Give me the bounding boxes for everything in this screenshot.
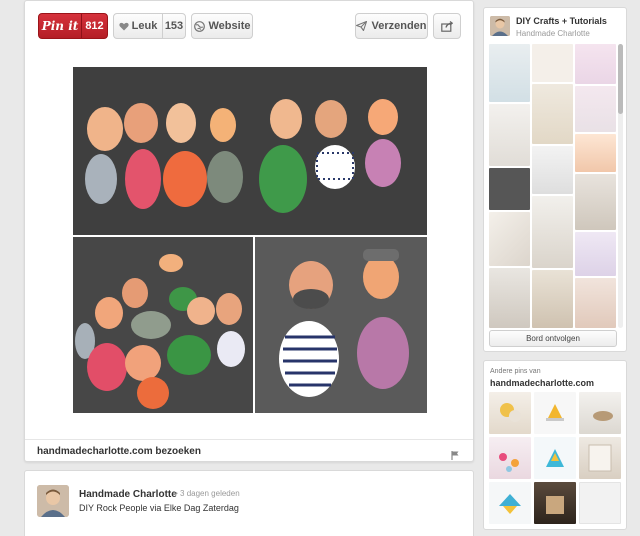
board-thumbnail[interactable]: [575, 278, 616, 328]
board-thumbnail[interactable]: [489, 212, 530, 266]
rock-people-photo-pile: [73, 237, 253, 413]
paper-plane-icon: [356, 21, 368, 31]
board-thumbnail[interactable]: [575, 174, 616, 230]
board-owner[interactable]: Handmade Charlotte: [516, 29, 590, 38]
like-label: Leuk: [131, 20, 158, 32]
board-thumbnail[interactable]: [489, 268, 530, 328]
like-button[interactable]: Leuk 153: [113, 13, 186, 39]
globe-icon: [193, 20, 205, 32]
board-thumbnail[interactable]: [489, 44, 530, 102]
pin-it-button[interactable]: Pin it 812: [38, 13, 108, 39]
avatar[interactable]: [37, 485, 69, 517]
send-button[interactable]: Verzenden: [355, 13, 428, 39]
share-icon: [441, 20, 453, 32]
other-pin-thumbnail[interactable]: [579, 437, 621, 479]
board-thumbnail[interactable]: [532, 196, 573, 268]
other-pin-thumbnail[interactable]: [534, 392, 576, 434]
other-pin-thumbnail[interactable]: [534, 437, 576, 479]
pin-it-label: Pin it: [41, 19, 79, 33]
board-thumbnail-grid: [489, 44, 616, 328]
board-thumbnail[interactable]: [489, 104, 530, 166]
board-thumbnail[interactable]: [575, 86, 616, 132]
board-thumbnail[interactable]: [532, 44, 573, 82]
board-thumbnail[interactable]: [575, 232, 616, 276]
board-thumbnail[interactable]: [575, 44, 616, 84]
visit-source-link[interactable]: handmadecharlotte.com bezoeken: [37, 446, 201, 457]
board-card: DIY Crafts + Tutorials Handmade Charlott…: [483, 7, 627, 352]
unfollow-board-button[interactable]: Bord ontvolgen: [489, 330, 617, 347]
board-thumbnail[interactable]: [489, 168, 530, 210]
pin-card: Pin it 812 Leuk 153 Website Verzenden ha…: [24, 0, 474, 462]
pinner-name[interactable]: Handmade Charlotte: [79, 489, 177, 500]
pinner-card: Handmade Charlotte • 3 dagen geleden DIY…: [24, 470, 474, 536]
website-button[interactable]: Website: [191, 13, 253, 39]
other-pin-thumbnail[interactable]: [579, 482, 621, 524]
other-pin-thumbnail[interactable]: [534, 482, 576, 524]
pin-description: DIY Rock People via Elke Dag Zaterdag: [79, 503, 239, 513]
source-bar: handmadecharlotte.com bezoeken: [25, 439, 473, 463]
like-count: 153: [162, 14, 185, 38]
board-thumbnail[interactable]: [532, 146, 573, 194]
other-pins-card: Andere pins van handmadecharlotte.com: [483, 360, 627, 530]
board-scrollbar-thumb[interactable]: [618, 44, 623, 114]
other-pins-domain[interactable]: handmadecharlotte.com: [490, 378, 594, 388]
other-pins-grid: [489, 392, 623, 526]
pin-timestamp: • 3 dagen geleden: [175, 489, 240, 498]
other-pin-thumbnail[interactable]: [489, 392, 531, 434]
pin-count: 812: [81, 14, 107, 38]
board-title[interactable]: DIY Crafts + Tutorials: [516, 16, 607, 26]
heart-icon: [119, 22, 129, 31]
rock-people-photo-top: [73, 67, 427, 235]
board-scrollbar[interactable]: [618, 44, 623, 328]
board-thumbnail[interactable]: [532, 84, 573, 144]
pin-toolbar: Pin it 812 Leuk 153 Website Verzenden: [25, 1, 473, 51]
other-pins-label: Andere pins van: [490, 368, 541, 375]
send-label: Verzenden: [371, 20, 427, 32]
other-pin-thumbnail[interactable]: [489, 437, 531, 479]
pin-image[interactable]: [73, 67, 427, 413]
board-thumbnail[interactable]: [575, 134, 616, 172]
other-pin-thumbnail[interactable]: [579, 392, 621, 434]
flag-icon[interactable]: [451, 447, 459, 465]
other-pin-thumbnail[interactable]: [489, 482, 531, 524]
board-avatar[interactable]: [490, 16, 510, 36]
website-label: Website: [208, 20, 251, 32]
share-button[interactable]: [433, 13, 461, 39]
like-part: Leuk: [114, 20, 162, 32]
board-thumbnail[interactable]: [532, 270, 573, 328]
rock-people-photo-couple: [255, 237, 427, 413]
